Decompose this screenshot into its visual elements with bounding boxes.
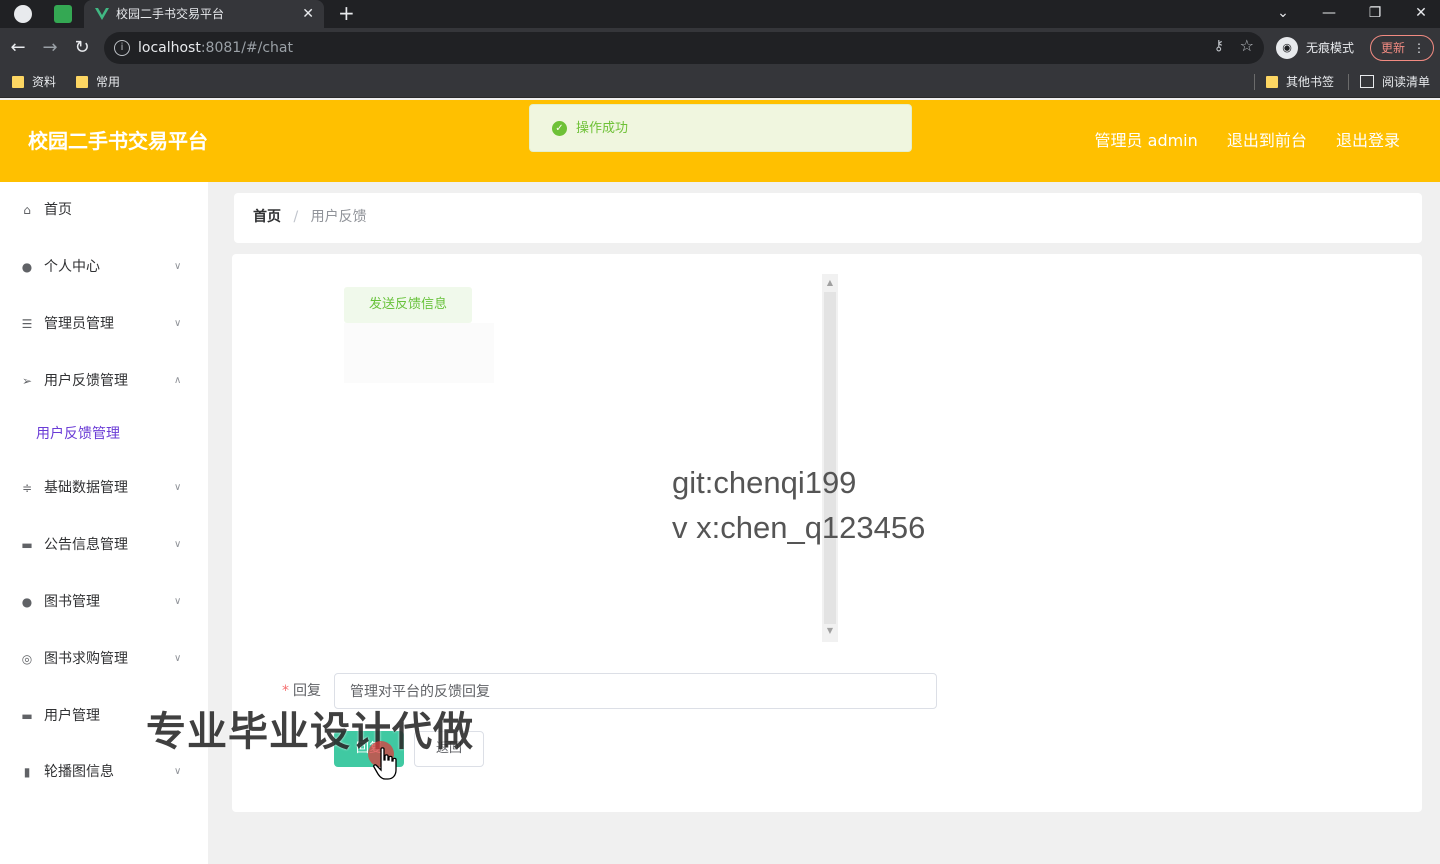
sidebar-item-home[interactable]: ⌂ 首页 bbox=[0, 182, 208, 238]
user-icon: ● bbox=[21, 260, 33, 274]
back-icon[interactable]: ← bbox=[6, 36, 30, 60]
admin-user-label: 管理员 admin bbox=[1094, 131, 1198, 150]
logout-link[interactable]: 退出登录 bbox=[1336, 131, 1400, 150]
chevron-down-icon: ∨ bbox=[174, 318, 182, 329]
scroll-up-icon[interactable]: ▲ bbox=[822, 278, 838, 287]
chat-scrollbar[interactable]: ▲ ▼ bbox=[822, 274, 838, 642]
scroll-thumb[interactable] bbox=[824, 292, 836, 624]
password-key-icon[interactable]: ⚷ bbox=[1214, 38, 1224, 54]
other-bookmarks[interactable]: 其他书签 bbox=[1264, 68, 1334, 96]
sidebar-item-books[interactable]: ● 图书管理 ∨ bbox=[0, 574, 208, 630]
minimize-icon[interactable]: — bbox=[1306, 0, 1352, 26]
forward-icon[interactable]: → bbox=[38, 36, 62, 60]
restore-icon[interactable]: ❐ bbox=[1352, 0, 1398, 26]
update-button[interactable]: 更新 ⋮ bbox=[1370, 35, 1434, 61]
contact-watermark: git:chenqi199 v x:chen_q123456 bbox=[672, 460, 925, 550]
pinned-tab-icon[interactable] bbox=[54, 5, 72, 23]
address-bar[interactable]: i localhost:8081/#/chat ⚷ ☆ bbox=[104, 32, 1264, 64]
bookmark-separator bbox=[1348, 74, 1349, 90]
sidebar-subitem-feedback[interactable]: 用户反馈管理 bbox=[0, 409, 208, 459]
bars-icon: ▮ bbox=[23, 765, 31, 779]
sidebar-item-book-requests[interactable]: ◎ 图书求购管理 ∨ bbox=[0, 631, 208, 687]
bookmark-folder[interactable]: 常用 bbox=[74, 68, 120, 96]
reply-input[interactable] bbox=[334, 673, 937, 709]
chevron-down-icon: ∨ bbox=[174, 539, 182, 550]
url-text[interactable]: localhost:8081/#/chat bbox=[138, 32, 293, 64]
sidebar-item-feedback[interactable]: ➢ 用户反馈管理 ∧ bbox=[0, 353, 208, 409]
sidebar-item-notices[interactable]: ▬ 公告信息管理 ∨ bbox=[0, 517, 208, 573]
required-mark: * bbox=[282, 683, 289, 699]
success-toast: ✓ 操作成功 bbox=[529, 104, 912, 152]
hand-cursor-icon bbox=[373, 747, 397, 780]
incognito-indicator[interactable]: ◉ 无痕模式 bbox=[1276, 36, 1354, 60]
site-info-icon[interactable]: i bbox=[114, 40, 130, 56]
browser-tab-bar: 校园二手书交易平台 ✕ + ⌄ — ❐ ✕ bbox=[0, 0, 1440, 28]
home-icon: ⌂ bbox=[23, 203, 31, 217]
browser-toolbar: ← → ↻ i localhost:8081/#/chat ⚷ ☆ ◉ 无痕模式… bbox=[0, 28, 1440, 68]
tab-close-icon[interactable]: ✕ bbox=[302, 0, 314, 28]
bookmark-separator bbox=[1254, 74, 1255, 90]
reading-list[interactable]: 阅读清单 bbox=[1360, 68, 1430, 96]
breadcrumb: 首页 / 用户反馈 bbox=[234, 193, 1422, 243]
chevron-down-icon: ∨ bbox=[174, 261, 182, 272]
new-tab-button[interactable]: + bbox=[338, 0, 355, 26]
bookmarks-bar: 资料 常用 其他书签 阅读清单 bbox=[0, 68, 1440, 98]
browser-tab-active[interactable]: 校园二手书交易平台 ✕ bbox=[84, 0, 324, 28]
reading-list-icon bbox=[1360, 75, 1374, 88]
tab-search-icon[interactable]: ⌄ bbox=[1260, 0, 1306, 26]
monitor-icon: ▬ bbox=[21, 538, 33, 552]
folder-icon bbox=[1266, 76, 1278, 88]
bookmark-folder[interactable]: 资料 bbox=[10, 68, 56, 96]
chevron-down-icon: ∨ bbox=[174, 596, 182, 607]
tab-title: 校园二手书交易平台 bbox=[116, 7, 225, 21]
vue-logo-icon bbox=[95, 8, 109, 20]
user-icon: ● bbox=[21, 595, 33, 609]
scroll-down-icon[interactable]: ▼ bbox=[822, 626, 838, 635]
sidebar-item-profile[interactable]: ● 个人中心 ∨ bbox=[0, 239, 208, 295]
breadcrumb-current: 用户反馈 bbox=[310, 209, 367, 225]
browser-profile-icon[interactable] bbox=[14, 5, 32, 23]
promo-watermark: 专业毕业设计代做 bbox=[146, 709, 474, 755]
success-check-icon: ✓ bbox=[552, 121, 567, 136]
send-icon: ➢ bbox=[21, 374, 33, 388]
toast-message: 操作成功 bbox=[576, 121, 629, 136]
header-links: 管理员 admin 退出到前台 退出登录 bbox=[1071, 100, 1400, 182]
folder-icon bbox=[76, 76, 88, 88]
git-watermark-line: git:chenqi199 bbox=[672, 465, 857, 500]
bookmark-star-icon[interactable]: ☆ bbox=[1240, 36, 1254, 55]
chevron-down-icon: ∨ bbox=[174, 482, 182, 493]
chat-message-bubble: 发送反馈信息 bbox=[344, 287, 472, 323]
chevron-up-icon: ∧ bbox=[174, 375, 182, 386]
circle-icon: ◎ bbox=[21, 652, 33, 666]
to-front-link[interactable]: 退出到前台 bbox=[1227, 131, 1307, 150]
list-icon: ☰ bbox=[21, 317, 33, 331]
chevron-down-icon: ∨ bbox=[174, 653, 182, 664]
sidebar-item-basic-data[interactable]: ≑ 基础数据管理 ∨ bbox=[0, 460, 208, 516]
menu-dots-icon[interactable]: ⋮ bbox=[1413, 36, 1425, 60]
close-window-icon[interactable]: ✕ bbox=[1398, 0, 1440, 26]
reply-label: * 回复 bbox=[282, 683, 321, 699]
sliders-icon: ≑ bbox=[21, 481, 33, 495]
reload-icon[interactable]: ↻ bbox=[70, 36, 94, 60]
app-title: 校园二手书交易平台 bbox=[28, 129, 208, 153]
breadcrumb-separator: / bbox=[293, 209, 299, 225]
folder-icon bbox=[12, 76, 24, 88]
breadcrumb-home[interactable]: 首页 bbox=[253, 209, 281, 225]
incognito-icon: ◉ bbox=[1276, 37, 1298, 59]
sidebar-item-admins[interactable]: ☰ 管理员管理 ∨ bbox=[0, 296, 208, 352]
chat-bubble-shadow bbox=[344, 323, 494, 383]
wx-watermark-line: v x:chen_q123456 bbox=[672, 510, 926, 545]
monitor-icon: ▬ bbox=[21, 709, 33, 723]
